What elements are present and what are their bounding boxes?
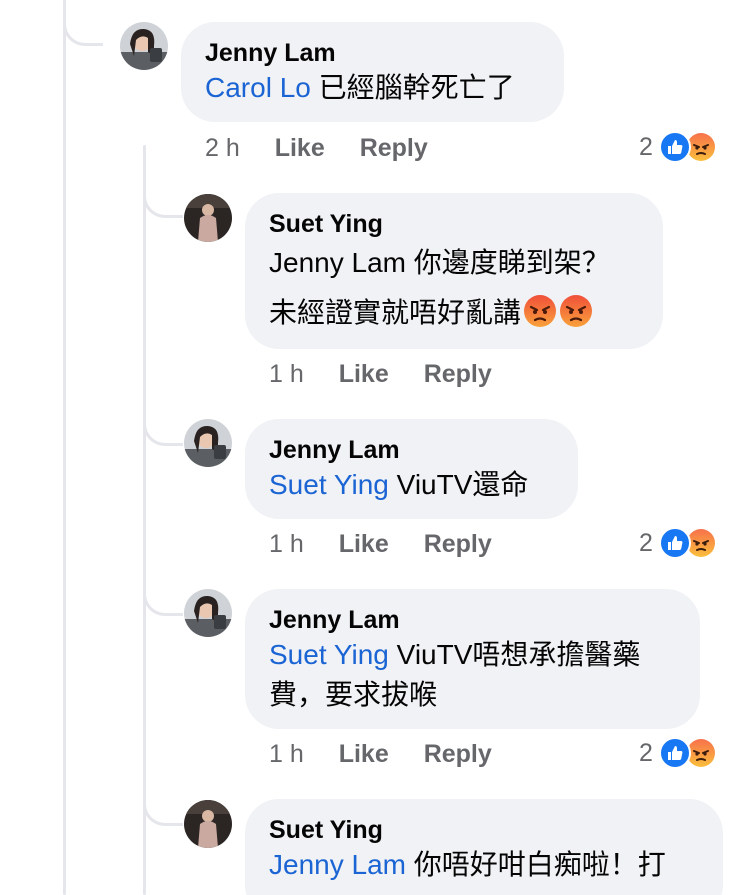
reaction-summary[interactable]: 2 xyxy=(639,736,717,770)
avatar-photo-icon xyxy=(184,194,232,242)
comment-bubble: Jenny Lam Carol Lo 已經腦幹死亡了 xyxy=(181,22,564,122)
comment-author[interactable]: Suet Ying xyxy=(269,815,699,845)
comment-text: Jenny Lam 你唔好咁白痴啦！打 xyxy=(269,845,699,885)
comment-actions: 1 h Like Reply xyxy=(269,739,520,769)
comment-body: 已經腦幹死亡了 xyxy=(310,72,515,103)
comment-bubble: Suet Ying Jenny Lam 你唔好咁白痴啦！打 xyxy=(245,799,723,895)
like-reaction-icon xyxy=(658,131,691,163)
comment-text: Carol Lo 已經腦幹死亡了 xyxy=(205,68,540,108)
avatar[interactable] xyxy=(120,22,168,70)
thread-connector xyxy=(143,780,183,826)
angry-emoji-icon xyxy=(524,295,557,327)
comment-body-line2: 未經證實就唔好亂講 xyxy=(269,297,522,328)
thread-connector xyxy=(143,400,183,446)
reply-button[interactable]: Reply xyxy=(360,133,428,163)
comment-text-line2: 費，要求拔喉 xyxy=(269,679,438,710)
mention-link[interactable]: Suet Ying xyxy=(269,469,389,500)
mention-link[interactable]: Carol Lo xyxy=(205,72,311,103)
avatar-photo-icon xyxy=(184,419,232,467)
like-button[interactable]: Like xyxy=(339,739,389,769)
comment-timestamp[interactable]: 1 h xyxy=(269,739,304,769)
thread-line-outer xyxy=(63,0,66,895)
reaction-count: 2 xyxy=(639,738,653,767)
avatar-photo-icon xyxy=(120,22,168,70)
avatar[interactable] xyxy=(184,419,232,467)
reaction-summary[interactable]: 2 xyxy=(639,526,717,560)
comment-body: 你唔好咁白痴啦！打 xyxy=(405,849,666,880)
reply-button[interactable]: Reply xyxy=(424,739,492,769)
reply-button[interactable]: Reply xyxy=(424,529,492,559)
comment-author[interactable]: Jenny Lam xyxy=(269,435,554,465)
mention-link[interactable]: Jenny Lam xyxy=(269,849,406,880)
comment-timestamp[interactable]: 2 h xyxy=(205,133,240,163)
comment-body: 你邊度睇到架？ xyxy=(405,247,610,278)
thread-connector xyxy=(143,172,183,218)
comment-author[interactable]: Jenny Lam xyxy=(205,38,540,68)
mention-link[interactable]: Suet Ying xyxy=(269,639,389,670)
comment-timestamp[interactable]: 1 h xyxy=(269,359,304,389)
thread-connector xyxy=(143,570,183,616)
like-button[interactable]: Like xyxy=(339,359,389,389)
comment-text-line2: 未經證實就唔好亂講 xyxy=(269,293,639,333)
comment-author[interactable]: Suet Ying xyxy=(269,209,639,239)
comment-bubble: Suet Ying Jenny Lam 你邊度睇到架？ 未經證實就唔好亂講 xyxy=(245,193,663,349)
comment-text: Suet Ying ViuTV唔想承擔醫藥 xyxy=(269,635,676,675)
comment-bubble: Jenny Lam Suet Ying ViuTV還命 xyxy=(245,419,578,519)
comment-author[interactable]: Jenny Lam xyxy=(269,605,676,635)
like-reaction-icon xyxy=(658,527,691,559)
like-button[interactable]: Like xyxy=(275,133,325,163)
avatar[interactable] xyxy=(184,800,232,848)
avatar-photo-icon xyxy=(184,589,232,637)
comment-body: ViuTV還命 xyxy=(388,469,529,500)
like-button[interactable]: Like xyxy=(339,529,389,559)
mention-link[interactable]: Jenny Lam xyxy=(269,247,406,278)
angry-emoji-icon xyxy=(560,295,593,327)
reply-button[interactable]: Reply xyxy=(424,359,492,389)
comment-text: Suet Ying ViuTV還命 xyxy=(269,465,554,505)
like-reaction-icon xyxy=(658,737,691,769)
reaction-summary[interactable]: 2 xyxy=(639,130,717,164)
comment-body: ViuTV唔想承擔醫藥 xyxy=(388,639,641,670)
comment-bubble: Jenny Lam Suet Ying ViuTV唔想承擔醫藥 費，要求拔喉 xyxy=(245,589,700,729)
comment-actions: 1 h Like Reply xyxy=(269,529,520,559)
avatar[interactable] xyxy=(184,194,232,242)
thread-connector xyxy=(63,0,103,46)
avatar-photo-icon xyxy=(184,800,232,848)
avatar[interactable] xyxy=(184,589,232,637)
comment-actions: 1 h Like Reply xyxy=(269,359,520,389)
comment-timestamp[interactable]: 1 h xyxy=(269,529,304,559)
reaction-count: 2 xyxy=(639,132,653,161)
comment-text: Jenny Lam 你邊度睇到架？ xyxy=(269,243,639,283)
reaction-count: 2 xyxy=(639,528,653,557)
comment-actions: 2 h Like Reply xyxy=(205,133,456,163)
